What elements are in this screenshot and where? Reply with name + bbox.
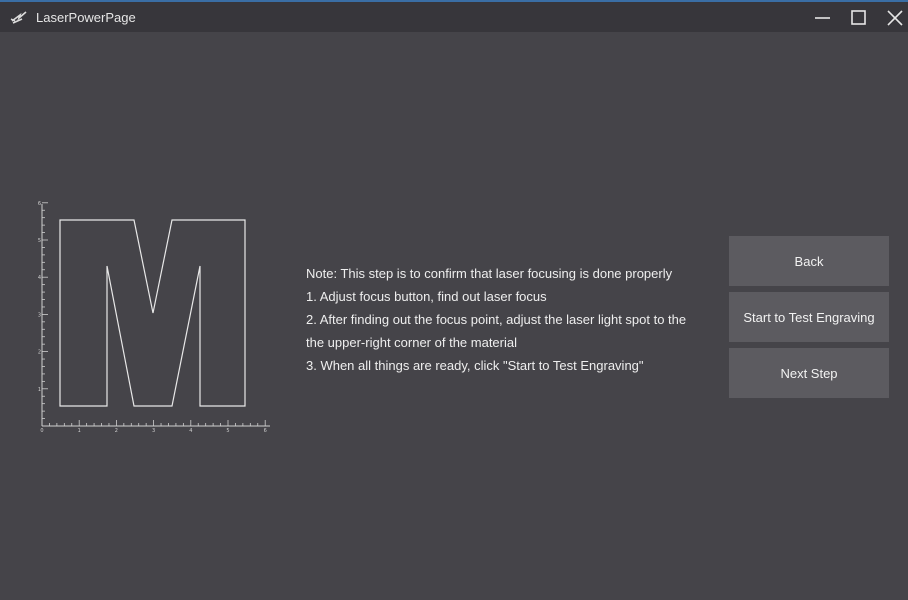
next-step-button[interactable]: Next Step bbox=[729, 348, 889, 398]
x-axis-ticks bbox=[41, 420, 266, 426]
x-tick-label: 6 bbox=[264, 428, 267, 434]
y-tick-label: 1 bbox=[38, 387, 41, 393]
minimize-button[interactable] bbox=[805, 4, 839, 32]
maximize-icon bbox=[851, 10, 866, 25]
y-axis-tick-labels: 1 2 3 4 5 6 bbox=[38, 201, 41, 393]
title-bar[interactable]: LaserPowerPage bbox=[0, 2, 908, 32]
laser-power-window: LaserPowerPage 0 1 2 3 4 5 6 1 2 3 4 5 6 Note: This… bbox=[0, 0, 908, 600]
maximize-button[interactable] bbox=[841, 4, 875, 32]
y-tick-label: 6 bbox=[38, 201, 41, 207]
y-tick-label: 4 bbox=[38, 275, 41, 281]
x-tick-label: 4 bbox=[189, 428, 192, 434]
y-tick-label: 5 bbox=[38, 238, 41, 244]
x-tick-label: 1 bbox=[78, 428, 81, 434]
laser-app-icon bbox=[10, 8, 28, 26]
instruction-note: Note: This step is to confirm that laser… bbox=[306, 262, 716, 377]
y-tick-label: 3 bbox=[38, 312, 41, 318]
start-test-engraving-button[interactable]: Start to Test Engraving bbox=[729, 292, 889, 342]
minimize-icon bbox=[815, 17, 830, 19]
engraving-preview: 0 1 2 3 4 5 6 1 2 3 4 5 6 bbox=[34, 198, 274, 438]
y-axis-ticks bbox=[42, 202, 48, 427]
x-axis-tick-labels: 0 1 2 3 4 5 6 bbox=[40, 428, 266, 434]
back-button[interactable]: Back bbox=[729, 236, 889, 286]
note-step-1: 1. Adjust focus button, find out laser f… bbox=[306, 289, 547, 304]
preview-canvas: 0 1 2 3 4 5 6 1 2 3 4 5 6 bbox=[38, 201, 270, 434]
x-tick-label: 5 bbox=[226, 428, 229, 434]
x-tick-label: 2 bbox=[115, 428, 118, 434]
x-tick-label: 0 bbox=[40, 428, 43, 434]
letter-m-outline bbox=[59, 219, 246, 407]
close-button[interactable] bbox=[878, 4, 908, 32]
note-heading: Note: This step is to confirm that laser… bbox=[306, 266, 673, 281]
close-icon bbox=[887, 10, 903, 26]
note-step-2-continued: the upper-right corner of the material bbox=[306, 335, 517, 350]
y-tick-label: 2 bbox=[38, 350, 41, 356]
note-step-2: 2. After finding out the focus point, ad… bbox=[306, 312, 687, 327]
x-tick-label: 3 bbox=[152, 428, 155, 434]
note-step-3: 3. When all things are ready, click "Sta… bbox=[306, 358, 644, 373]
window-title: LaserPowerPage bbox=[36, 10, 136, 25]
